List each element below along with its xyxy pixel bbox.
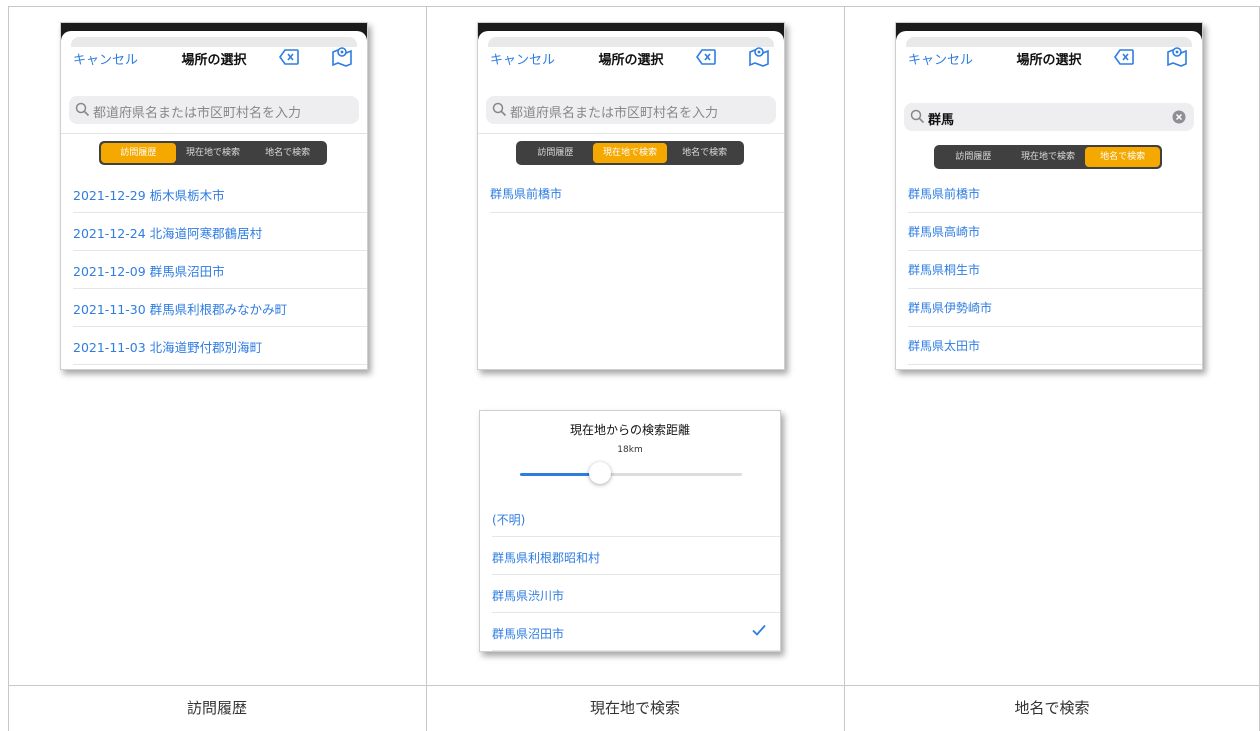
- segmented-control: 訪問履歴 現在地で検索 地名で検索: [934, 145, 1162, 169]
- search-icon: [910, 109, 925, 124]
- caption-history: 訪問履歴: [186, 699, 247, 717]
- list-item[interactable]: 2021-12-09 群馬県沼田市: [73, 251, 367, 289]
- table-border: [8, 6, 1260, 7]
- delete-icon[interactable]: [696, 49, 716, 65]
- segment-history[interactable]: 訪問履歴: [101, 143, 176, 163]
- screenshot-place-name: キャンセル 場所の選択 群馬 訪問履歴 現在地で検索 地名で検索 群馬県前橋市 …: [895, 22, 1203, 370]
- distance-title: 現在地からの検索距離: [569, 423, 690, 437]
- delete-icon[interactable]: [1114, 49, 1134, 65]
- list-item[interactable]: 群馬県前橋市: [490, 175, 784, 213]
- list-item[interactable]: 2021-12-29 栃木県栃木市: [73, 175, 367, 213]
- segment-current-location[interactable]: 現在地で検索: [1011, 147, 1086, 167]
- table-border: [426, 6, 427, 731]
- distance-slider[interactable]: [520, 473, 742, 476]
- page-title: 場所の選択: [598, 53, 664, 68]
- segment-place-name[interactable]: 地名で検索: [667, 143, 742, 163]
- list-item[interactable]: 群馬県前橋市: [908, 175, 1202, 213]
- list-item[interactable]: 2021-11-30 群馬県利根郡みなかみ町: [73, 289, 367, 327]
- list-item[interactable]: 群馬県渋川市: [492, 575, 780, 613]
- search-icon: [75, 102, 90, 117]
- map-icon[interactable]: [748, 45, 770, 67]
- table-border: [844, 6, 845, 731]
- clear-icon[interactable]: [1172, 110, 1186, 124]
- segment-history[interactable]: 訪問履歴: [936, 147, 1011, 167]
- nav-bar: キャンセル 場所の選択: [896, 35, 1202, 73]
- search-field[interactable]: 都道府県名または市区町村名を入力: [486, 96, 776, 124]
- checkmark-icon: [752, 624, 766, 636]
- caption-place-name: 地名で検索: [1014, 699, 1090, 717]
- divider: [478, 133, 784, 134]
- list-item[interactable]: 群馬県太田市: [908, 327, 1202, 365]
- list-item[interactable]: 群馬県伊勢崎市: [908, 289, 1202, 327]
- segment-current-location[interactable]: 現在地で検索: [592, 143, 668, 163]
- page-title: 場所の選択: [181, 53, 247, 68]
- page-title: 場所の選択: [1016, 53, 1082, 68]
- nearby-list: 群馬県前橋市: [478, 175, 784, 213]
- map-icon[interactable]: [1166, 45, 1188, 67]
- search-icon: [492, 102, 507, 117]
- nav-bar: キャンセル 場所の選択: [478, 35, 784, 73]
- distance-value: 18km: [617, 445, 643, 455]
- history-list: 2021-12-29 栃木県栃木市 2021-12-24 北海道阿寒郡鶴居村 2…: [61, 175, 367, 365]
- segment-place-name[interactable]: 地名で検索: [1085, 147, 1161, 167]
- search-field[interactable]: 群馬: [904, 103, 1194, 131]
- list-item[interactable]: 群馬県沼田市: [492, 613, 780, 651]
- nav-bar: キャンセル 場所の選択: [61, 35, 367, 73]
- list-item[interactable]: 群馬県桐生市: [908, 251, 1202, 289]
- segmented-control: 訪問履歴 現在地で検索 地名で検索: [99, 141, 327, 165]
- search-placeholder: 都道府県名または市区町村名を入力: [510, 106, 719, 121]
- slider-fill: [520, 473, 600, 476]
- distance-panel: 現在地からの検索距離 18km (不明) 群馬県利根郡昭和村 群馬県渋川市 群馬…: [479, 410, 781, 652]
- divider: [61, 133, 367, 134]
- list-item[interactable]: 2021-12-24 北海道阿寒郡鶴居村: [73, 213, 367, 251]
- segment-place-name[interactable]: 地名で検索: [250, 143, 325, 163]
- segment-history[interactable]: 訪問履歴: [518, 143, 593, 163]
- table-border: [8, 6, 9, 731]
- list-item[interactable]: 2021-11-03 北海道野付郡別海町: [73, 327, 367, 365]
- segment-current-location[interactable]: 現在地で検索: [176, 143, 251, 163]
- search-input[interactable]: 群馬: [928, 109, 954, 128]
- segmented-control: 訪問履歴 現在地で検索 地名で検索: [516, 141, 744, 165]
- nearby-results-list: (不明) 群馬県利根郡昭和村 群馬県渋川市 群馬県沼田市: [480, 499, 780, 651]
- list-item[interactable]: 群馬県高崎市: [908, 213, 1202, 251]
- list-item[interactable]: (不明): [492, 499, 780, 537]
- search-placeholder: 都道府県名または市区町村名を入力: [93, 106, 302, 121]
- slider-thumb[interactable]: [588, 462, 611, 484]
- screenshot-current-location: キャンセル 場所の選択 都道府県名または市区町村名を入力 訪問履歴 現在地で検索…: [477, 22, 785, 370]
- delete-icon[interactable]: [279, 49, 299, 65]
- place-list: 群馬県前橋市 群馬県高崎市 群馬県桐生市 群馬県伊勢崎市 群馬県太田市: [896, 175, 1202, 365]
- caption-current-location: 現在地で検索: [589, 699, 680, 717]
- list-item[interactable]: 群馬県利根郡昭和村: [492, 537, 780, 575]
- search-field[interactable]: 都道府県名または市区町村名を入力: [69, 96, 359, 124]
- map-icon[interactable]: [331, 45, 353, 67]
- screenshot-history: キャンセル 場所の選択 都道府県名または市区町村名を入力 訪問履歴 現在地で検索…: [60, 22, 368, 370]
